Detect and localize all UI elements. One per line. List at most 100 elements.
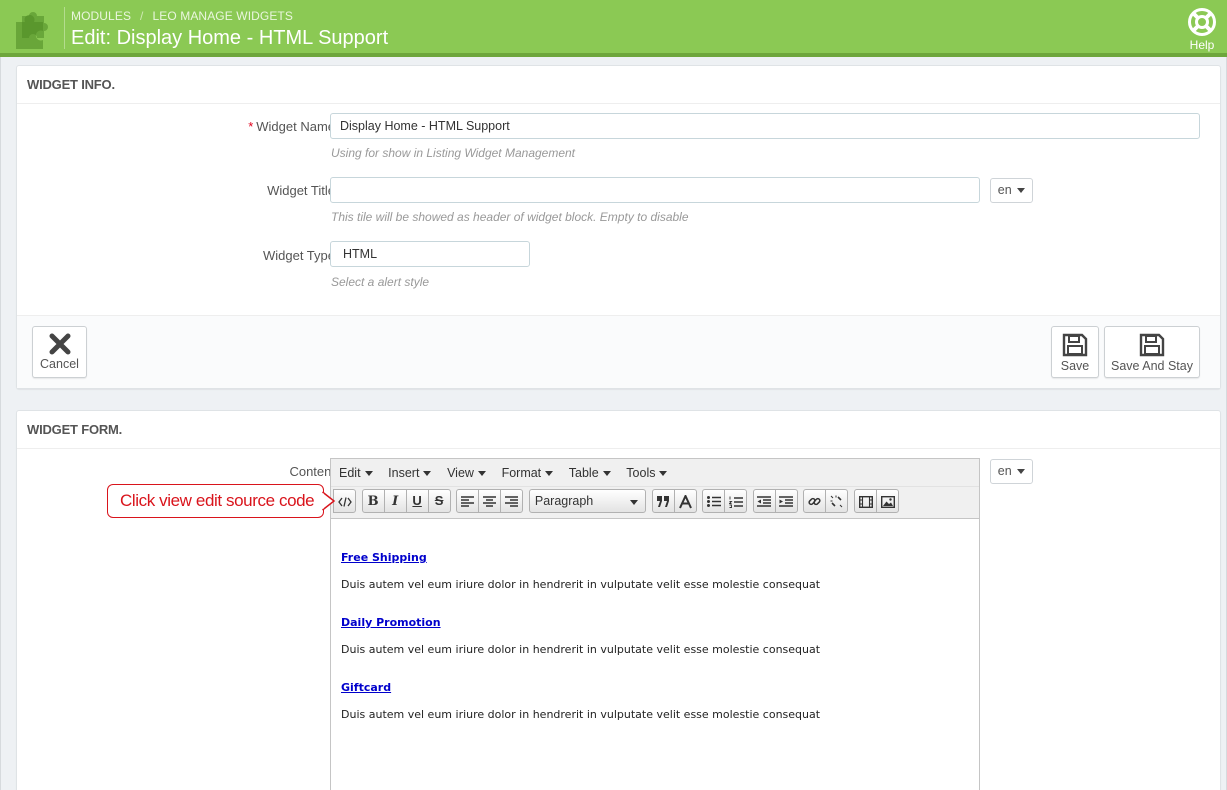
menu-view[interactable]: View xyxy=(441,459,492,487)
required-mark: * xyxy=(248,119,254,134)
widget-name-hint: Using for show in Listing Widget Managem… xyxy=(331,146,576,160)
link-icon xyxy=(808,497,821,506)
content-heading-link[interactable]: Giftcard xyxy=(341,681,969,694)
lifebuoy-icon xyxy=(1188,8,1216,36)
bold-button[interactable]: B xyxy=(361,489,385,513)
bullet-list-button[interactable] xyxy=(702,489,726,513)
panel-footer: Cancel Save Save And Stay xyxy=(17,315,1220,388)
content-heading-link[interactable]: Daily Promotion xyxy=(341,616,969,629)
help-button[interactable]: Help xyxy=(1187,8,1217,52)
content-paragraph: Duis autem vel eum iriure dolor in hendr… xyxy=(341,643,821,656)
caret-down-icon xyxy=(423,471,432,477)
widget-type-label: Widget Type xyxy=(262,248,335,263)
outdent-button[interactable] xyxy=(752,489,776,513)
image-icon xyxy=(880,495,895,508)
breadcrumb: MODULES / LEO MANAGE WIDGETS xyxy=(71,9,293,23)
save-icon xyxy=(1139,333,1165,357)
align-left-button[interactable] xyxy=(456,489,480,513)
content-paragraph: Duis autem vel eum iriure dolor in hendr… xyxy=(341,708,821,721)
bullet-list-icon xyxy=(706,496,721,508)
caret-down-icon xyxy=(364,471,373,477)
unlink-button[interactable] xyxy=(825,489,849,513)
panel-heading-widget-form: WIDGET FORM. xyxy=(17,411,1220,449)
text-color-button[interactable] xyxy=(673,489,697,513)
source-code-icon xyxy=(337,496,352,507)
breadcrumb-modules[interactable]: MODULES xyxy=(71,9,131,23)
close-icon xyxy=(49,333,70,355)
page-header: MODULES / LEO MANAGE WIDGETS Edit: Display… xyxy=(0,0,1227,57)
content-paragraph: Duis autem vel eum iriure dolor in hendr… xyxy=(341,578,821,591)
caret-down-icon xyxy=(545,471,554,477)
link-button[interactable] xyxy=(803,489,827,513)
image-button[interactable] xyxy=(876,489,899,513)
align-right-icon xyxy=(505,496,519,507)
widget-form-panel: WIDGET FORM. Content en Edit Insert View… xyxy=(16,410,1221,790)
menu-edit[interactable]: Edit xyxy=(333,459,379,487)
italic-icon: I xyxy=(392,494,399,509)
panel-heading-widget-info: WIDGET INFO. xyxy=(17,66,1220,104)
content-section: Daily Promotion Duis autem vel eum iriur… xyxy=(341,616,969,656)
help-label: Help xyxy=(1189,38,1215,52)
caret-down-icon xyxy=(1017,469,1026,475)
breadcrumb-leo-manage-widgets[interactable]: LEO MANAGE WIDGETS xyxy=(152,9,293,23)
source-code-button[interactable] xyxy=(333,489,356,513)
widget-title-label: Widget Title xyxy=(267,183,335,198)
menu-insert[interactable]: Insert xyxy=(382,459,437,487)
media-button[interactable] xyxy=(854,489,877,513)
breadcrumb-separator: / xyxy=(140,9,144,23)
outdent-icon xyxy=(757,496,772,507)
save-button[interactable]: Save xyxy=(1051,326,1099,378)
cancel-button[interactable]: Cancel xyxy=(32,326,87,378)
indent-button[interactable] xyxy=(774,489,798,513)
widget-name-label: * Widget Name xyxy=(248,119,335,134)
content-section: Free Shipping Duis autem vel eum iriure … xyxy=(341,551,969,591)
content-heading-link[interactable]: Free Shipping xyxy=(341,551,969,564)
widget-type-select[interactable]: HTML xyxy=(330,241,530,267)
save-icon xyxy=(1062,333,1088,357)
strikethrough-icon: S xyxy=(434,493,444,508)
italic-button[interactable]: I xyxy=(383,489,407,513)
align-center-button[interactable] xyxy=(478,489,502,513)
numbered-list-button[interactable] xyxy=(724,489,748,513)
annotation-callout: Click view edit source code xyxy=(107,484,324,518)
caret-down-icon xyxy=(659,471,668,477)
text-color-icon xyxy=(678,493,692,508)
editor-content[interactable]: Free Shipping Duis autem vel eum iriure … xyxy=(331,519,979,760)
block-format-select[interactable]: Paragraph xyxy=(528,489,646,513)
unlink-icon xyxy=(830,495,843,508)
widget-type-hint: Select a alert style xyxy=(331,275,430,289)
menu-tools[interactable]: Tools xyxy=(620,459,673,487)
indent-icon xyxy=(779,496,794,507)
editor-toolbar: BIUS Paragraph xyxy=(331,487,979,519)
blockquote-button[interactable] xyxy=(651,489,675,513)
widget-title-hint: This tile will be showed as header of wi… xyxy=(331,210,689,224)
save-and-stay-button[interactable]: Save And Stay xyxy=(1104,326,1200,378)
annotation-pointer xyxy=(322,491,336,511)
underline-button[interactable]: U xyxy=(405,489,429,513)
widget-info-panel: WIDGET INFO. * Widget Name Display Home -… xyxy=(16,65,1221,389)
numbered-list-icon xyxy=(728,496,743,508)
bold-icon: B xyxy=(367,494,379,509)
caret-down-icon xyxy=(602,471,611,477)
widget-title-input[interactable] xyxy=(330,177,980,203)
content-section: Giftcard Duis autem vel eum iriure dolor… xyxy=(341,681,969,721)
caret-down-icon xyxy=(477,471,486,477)
strikethrough-button[interactable]: S xyxy=(427,489,451,513)
content-label: Content xyxy=(289,464,335,479)
align-right-button[interactable] xyxy=(500,489,524,513)
content-language-dropdown[interactable]: en xyxy=(990,459,1033,484)
page-title: Edit: Display Home - HTML Support xyxy=(71,27,389,49)
align-left-icon xyxy=(461,496,475,507)
widget-title-language-dropdown[interactable]: en xyxy=(990,178,1033,203)
underline-icon: U xyxy=(412,493,422,508)
editor-menubar: Edit Insert View Format Table Tools xyxy=(331,459,979,487)
caret-down-icon xyxy=(629,500,638,505)
menu-table[interactable]: Table xyxy=(563,459,617,487)
menu-format[interactable]: Format xyxy=(496,459,560,487)
puzzle-module-icon xyxy=(16,12,48,50)
rich-text-editor: Edit Insert View Format Table Tools BIUS… xyxy=(330,458,980,790)
widget-name-input[interactable]: Display Home - HTML Support xyxy=(330,113,1200,139)
align-center-icon xyxy=(483,496,497,507)
media-icon xyxy=(858,495,873,508)
caret-down-icon xyxy=(1017,188,1026,194)
